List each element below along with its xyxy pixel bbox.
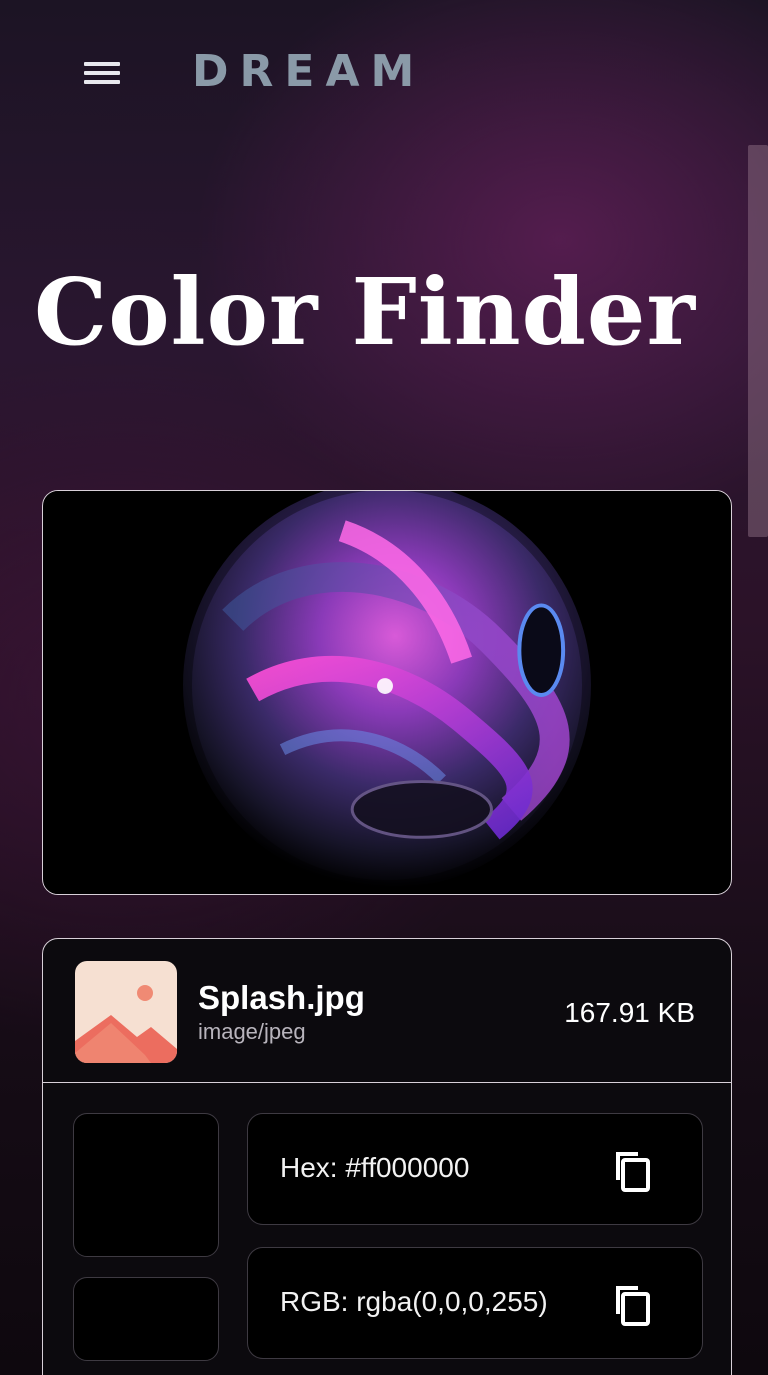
menu-bar [84, 71, 120, 75]
scrollbar-thumb[interactable] [748, 145, 768, 537]
abstract-sphere-image [43, 491, 731, 894]
color-swatch-secondary[interactable] [73, 1277, 219, 1361]
file-size: 167.91 KB [564, 997, 695, 1028]
copy-icon [616, 1152, 650, 1192]
file-type: image/jpeg [198, 1019, 306, 1044]
menu-bar [84, 80, 120, 84]
copy-hex-button[interactable] [610, 1148, 652, 1192]
menu-bar [84, 62, 120, 66]
hamburger-menu-icon[interactable] [84, 58, 124, 88]
copy-rgb-button[interactable] [610, 1282, 652, 1326]
image-file-icon [75, 961, 177, 1063]
rgb-value: RGB: rgba(0,0,0,255) [280, 1286, 548, 1317]
hex-value: Hex: #ff000000 [280, 1152, 470, 1183]
color-swatch[interactable] [73, 1113, 219, 1257]
rgb-value-box: RGB: rgba(0,0,0,255) [247, 1247, 703, 1359]
file-details-card: Splash.jpg image/jpeg 167.91 KB Hex: #ff… [42, 938, 732, 1375]
image-preview[interactable] [42, 490, 732, 895]
file-row: Splash.jpg image/jpeg 167.91 KB [43, 939, 731, 1083]
page-title: Color Finder [34, 258, 696, 366]
copy-icon [616, 1286, 650, 1326]
hex-value-box: Hex: #ff000000 [247, 1113, 703, 1225]
app-header: DREAM [0, 0, 768, 150]
file-name: Splash.jpg [198, 979, 365, 1016]
brand-logo[interactable]: DREAM [192, 46, 425, 97]
